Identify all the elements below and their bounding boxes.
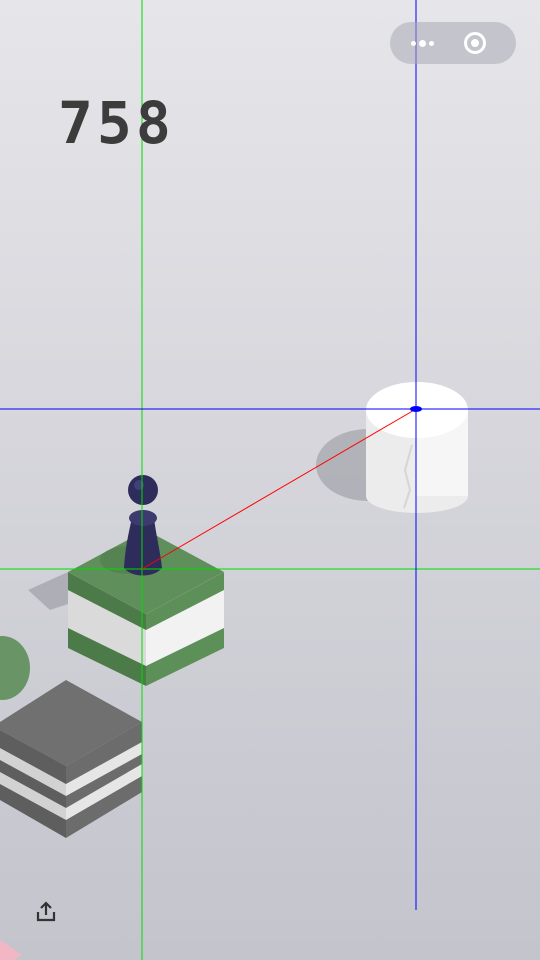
- menu-capsule: [390, 22, 516, 64]
- target-circle-icon[interactable]: [453, 22, 516, 64]
- target-white-cylinder: [366, 382, 468, 513]
- share-upload-icon[interactable]: [32, 898, 60, 926]
- more-dots-icon[interactable]: [390, 22, 453, 64]
- pink-corner-block: [0, 940, 22, 960]
- target-center-marker: [410, 406, 422, 412]
- score-counter: 758: [58, 89, 175, 157]
- current-block-shadow: [28, 572, 68, 610]
- gray-stacked-block: [0, 680, 142, 838]
- green-disc-block: [0, 636, 30, 700]
